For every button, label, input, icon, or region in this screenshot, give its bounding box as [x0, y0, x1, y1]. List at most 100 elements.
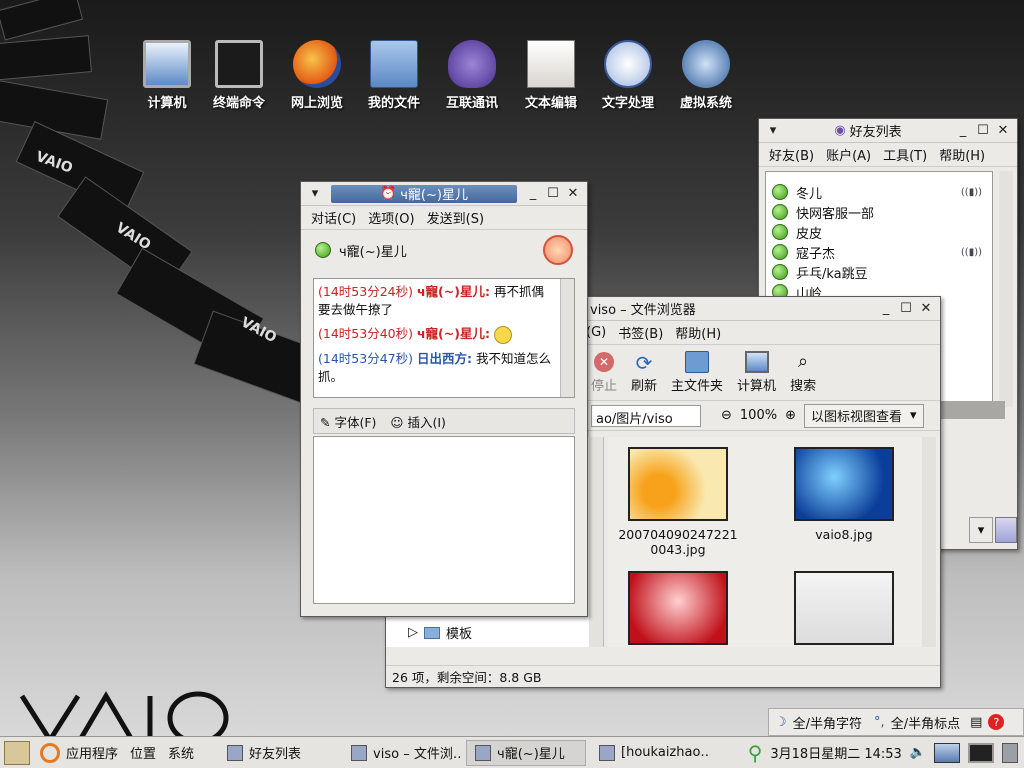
buddy-row[interactable]: 寇子杰 ((▮)) [766, 242, 992, 262]
icon-view-scrollbar[interactable] [922, 437, 936, 647]
menu-help[interactable]: 帮助(H) [675, 323, 721, 342]
desktop-icon-computer[interactable]: 计算机 [127, 40, 207, 111]
buddy-avatar-icon[interactable] [995, 517, 1017, 543]
terminal-icon[interactable] [968, 742, 994, 763]
close-button[interactable]: ✕ [563, 185, 583, 203]
message-input[interactable] [313, 436, 575, 604]
zoom-out-icon[interactable]: ⊖ [721, 408, 732, 423]
view-mode-select[interactable]: 以图标视图查看 ▾ [803, 403, 924, 428]
insert-button[interactable]: ☺ 插入(I) [390, 412, 445, 431]
menu-buddies[interactable]: 好友(B) [769, 145, 814, 164]
file-item[interactable]: 2007040902472210043.jpg [618, 447, 738, 557]
buddy-name: 皮皮 [796, 226, 823, 242]
window-icon [351, 744, 368, 761]
online-status-icon [772, 244, 788, 260]
taskbar-button[interactable]: ч寵(~)星儿 [466, 739, 587, 766]
desktop-icon-terminal[interactable]: 终端命令 [199, 40, 279, 111]
minimize-button[interactable]: _ [523, 185, 543, 203]
sidebar-item-templates[interactable]: ▷ 模板 [408, 623, 472, 642]
window-icon [227, 744, 244, 761]
computer-button[interactable]: 计算机 [737, 351, 776, 394]
search-button[interactable]: ⌕ 搜索 [790, 351, 816, 394]
system-menu[interactable]: 系统 [168, 743, 194, 762]
menu-tools[interactable]: 工具(T) [883, 145, 927, 164]
taskbar-button[interactable]: 好友列表 [218, 740, 338, 766]
volume-icon[interactable]: 🔈 [910, 745, 926, 760]
network-icon[interactable] [934, 742, 960, 763]
window-menu-icon[interactable]: ▾ [305, 185, 325, 203]
stop-icon: ✕ [592, 351, 616, 373]
buddy-list-titlebar[interactable]: ▾ ◉ 好友列表 _ ☐ ✕ [759, 119, 1017, 143]
buddy-row[interactable]: 乒乓/ka跳豆 [766, 262, 992, 282]
desktop-icon-word-processor[interactable]: 文字处理 [588, 40, 668, 111]
taskbar-button[interactable]: viso – 文件浏… [342, 740, 462, 766]
desktop-icon-label: 我的文件 [367, 96, 420, 111]
show-desktop-icon[interactable] [4, 740, 30, 765]
menu-go[interactable]: (G) [586, 325, 606, 340]
trash-icon[interactable] [1002, 742, 1018, 763]
buddy-row[interactable]: 冬儿 ((▮)) [766, 182, 992, 202]
applications-menu[interactable]: 应用程序 [66, 743, 118, 762]
refresh-icon: ⟳ [635, 351, 653, 375]
buddy-row[interactable]: 快网客服一部 [766, 202, 992, 222]
chat-scrollbar[interactable] [560, 279, 574, 397]
terminal-icon [215, 40, 263, 88]
online-status-icon [772, 264, 788, 280]
menu-help[interactable]: 帮助(H) [939, 145, 985, 164]
clock[interactable]: 3月18日星期二 14:53 [770, 743, 901, 762]
status-bar: 26 项，剩余空间：8.8 GB [386, 665, 940, 687]
maximize-button[interactable]: ☐ [973, 122, 993, 140]
refresh-button[interactable]: ⟳ 刷新 [631, 351, 657, 394]
online-status-icon [772, 224, 788, 240]
pidgin-icon [448, 40, 496, 88]
chat-history: (14时53分24秒) ч寵(~)星儿: 再不抓偶要去做午撩了 (14时53分40… [313, 278, 575, 398]
home-button[interactable]: 主文件夹 [671, 351, 723, 394]
keyboard-icon[interactable]: ▤ [970, 715, 982, 730]
desktop-icon-firefox[interactable]: 网上浏览 [277, 40, 357, 111]
chat-titlebar[interactable]: ▾ ⏰ ч寵(~)星儿 _ ☐ ✕ [301, 182, 587, 206]
stop-button[interactable]: ✕ 停止 [591, 351, 617, 394]
fullwidth-punct-toggle[interactable]: 全/半角标点 [891, 713, 960, 732]
minimize-button[interactable]: _ [953, 122, 973, 140]
buddy-scrollbar[interactable] [999, 171, 1013, 407]
menu-accounts[interactable]: 账户(A) [826, 145, 871, 164]
chat-window: ▾ ⏰ ч寵(~)星儿 _ ☐ ✕ 对话(C) 选项(O) 发送到(S) ч寵(~… [300, 181, 588, 617]
places-menu[interactable]: 位置 [130, 743, 156, 762]
buddy-row[interactable]: 皮皮 [766, 222, 992, 242]
file-item[interactable]: vaio8.jpg [784, 447, 904, 542]
file-item[interactable]: vaio10.jpg [618, 571, 738, 647]
sidebar-scrollbar[interactable] [589, 437, 603, 647]
location-field[interactable]: ao/图片/viso [591, 404, 701, 427]
menu-send-to[interactable]: 发送到(S) [427, 208, 484, 227]
desktop-icon-text-editor[interactable]: 文本编辑 [511, 40, 591, 111]
buddy-alarm-avatar-icon [543, 235, 573, 265]
help-icon[interactable]: ? [988, 714, 1005, 730]
maximize-button[interactable]: ☐ [896, 300, 916, 318]
fullwidth-char-toggle[interactable]: 全/半角字符 [793, 713, 862, 732]
maximize-button[interactable]: ☐ [543, 185, 563, 203]
word-processor-icon [604, 40, 652, 88]
close-button[interactable]: ✕ [916, 300, 936, 318]
moon-icon: ☽ [775, 714, 787, 730]
desktop-icon-pidgin[interactable]: 互联通讯 [432, 40, 512, 111]
running-man-icon[interactable]: ⚲ [748, 741, 763, 765]
minimize-button[interactable]: _ [876, 300, 896, 318]
expander-icon[interactable]: ▷ [408, 625, 418, 640]
chat-message: (14时53分24秒) ч寵(~)星儿: 再不抓偶要去做午撩了 [318, 283, 556, 319]
menu-options[interactable]: 选项(O) [368, 208, 414, 227]
desktop-icon-home-folder[interactable]: 我的文件 [354, 40, 434, 111]
menu-conversation[interactable]: 对话(C) [311, 208, 356, 227]
desktop-icon-virtual-machine[interactable]: 虚拟系统 [666, 40, 746, 111]
close-button[interactable]: ✕ [993, 122, 1013, 140]
menu-bookmarks[interactable]: 书签(B) [618, 323, 663, 342]
taskbar-button[interactable]: [houkaizhao… [590, 740, 710, 766]
zoom-in-icon[interactable]: ⊕ [785, 408, 796, 423]
message-sender: 日出西方: [416, 350, 472, 366]
file-item[interactable]: vaio12.jpg [784, 571, 904, 647]
ime-toolbar: ☽ 全/半角字符 °, 全/半角标点 ▤ ? [768, 708, 1024, 736]
window-menu-icon[interactable]: ▾ [763, 122, 783, 140]
status-selector[interactable]: ▾ [969, 517, 993, 543]
buddy-name: 快网客服一部 [796, 206, 875, 222]
file-name: 2007040902472210043.jpg [618, 527, 738, 557]
font-button[interactable]: ✎ 字体(F) [320, 412, 376, 431]
